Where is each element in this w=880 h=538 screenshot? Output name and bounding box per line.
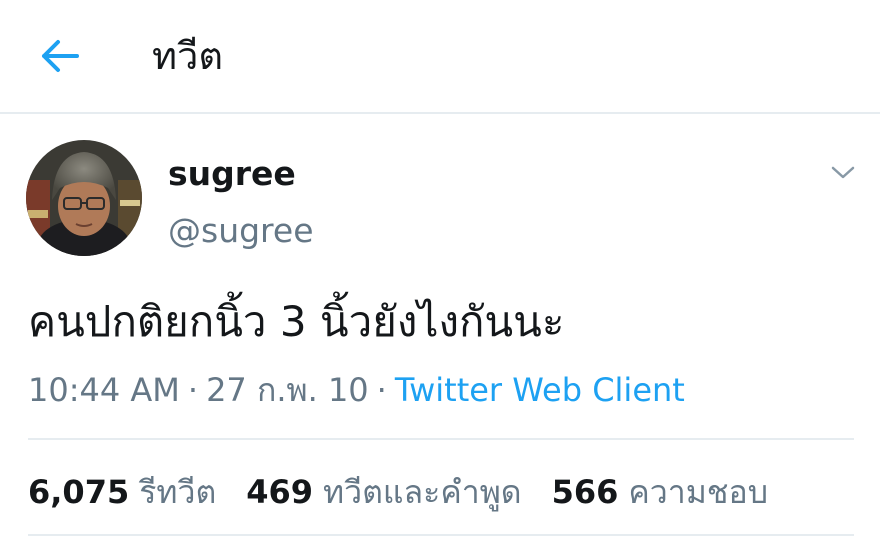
arrow-left-icon [42, 40, 79, 72]
top-bar: ทวีต [0, 0, 880, 114]
retweets-stat[interactable]: 6,075 รีทวีต [28, 470, 216, 514]
quotes-count: 469 [246, 473, 314, 511]
client-link[interactable]: Twitter Web Client [395, 371, 685, 409]
quotes-stat[interactable]: 469 ทวีตและคำพูด [246, 470, 521, 514]
page-title: ทวีต [152, 34, 224, 78]
user-handle[interactable]: @sugree [168, 209, 314, 253]
tweet-date: 27 ก.พ. 10 [206, 371, 369, 409]
avatar-image [26, 140, 142, 256]
divider [28, 534, 854, 536]
quotes-label: ทวีตและคำพูด [323, 473, 522, 511]
retweets-label: รีทวีต [139, 473, 217, 511]
meta-separator: · [187, 371, 199, 409]
likes-stat[interactable]: 566 ความชอบ [552, 470, 768, 514]
avatar[interactable] [26, 140, 142, 256]
tweet-detail-page: ทวีต sugree @sugree คนปกติยกนิ้ว 3 นิ้วย… [0, 0, 880, 538]
tweet-menu-button[interactable] [826, 158, 860, 188]
likes-count: 566 [551, 473, 619, 511]
tweet-stats: 6,075 รีทวีต 469 ทวีตและคำพูด 566 ความชอ… [28, 470, 798, 514]
likes-label: ความชอบ [628, 473, 769, 511]
tweet-text: คนปกติยกนิ้ว 3 นิ้วยังไงกันนะ [28, 297, 565, 346]
back-button[interactable] [36, 36, 84, 76]
retweets-count: 6,075 [28, 473, 130, 511]
display-name[interactable]: sugree [168, 152, 296, 196]
tweet-meta: 10:44 AM · 27 ก.พ. 10 · Twitter Web Client [28, 368, 685, 412]
divider [28, 438, 854, 440]
meta-separator: · [376, 371, 387, 409]
tweet-time: 10:44 AM [28, 371, 180, 409]
chevron-down-icon [831, 166, 855, 179]
